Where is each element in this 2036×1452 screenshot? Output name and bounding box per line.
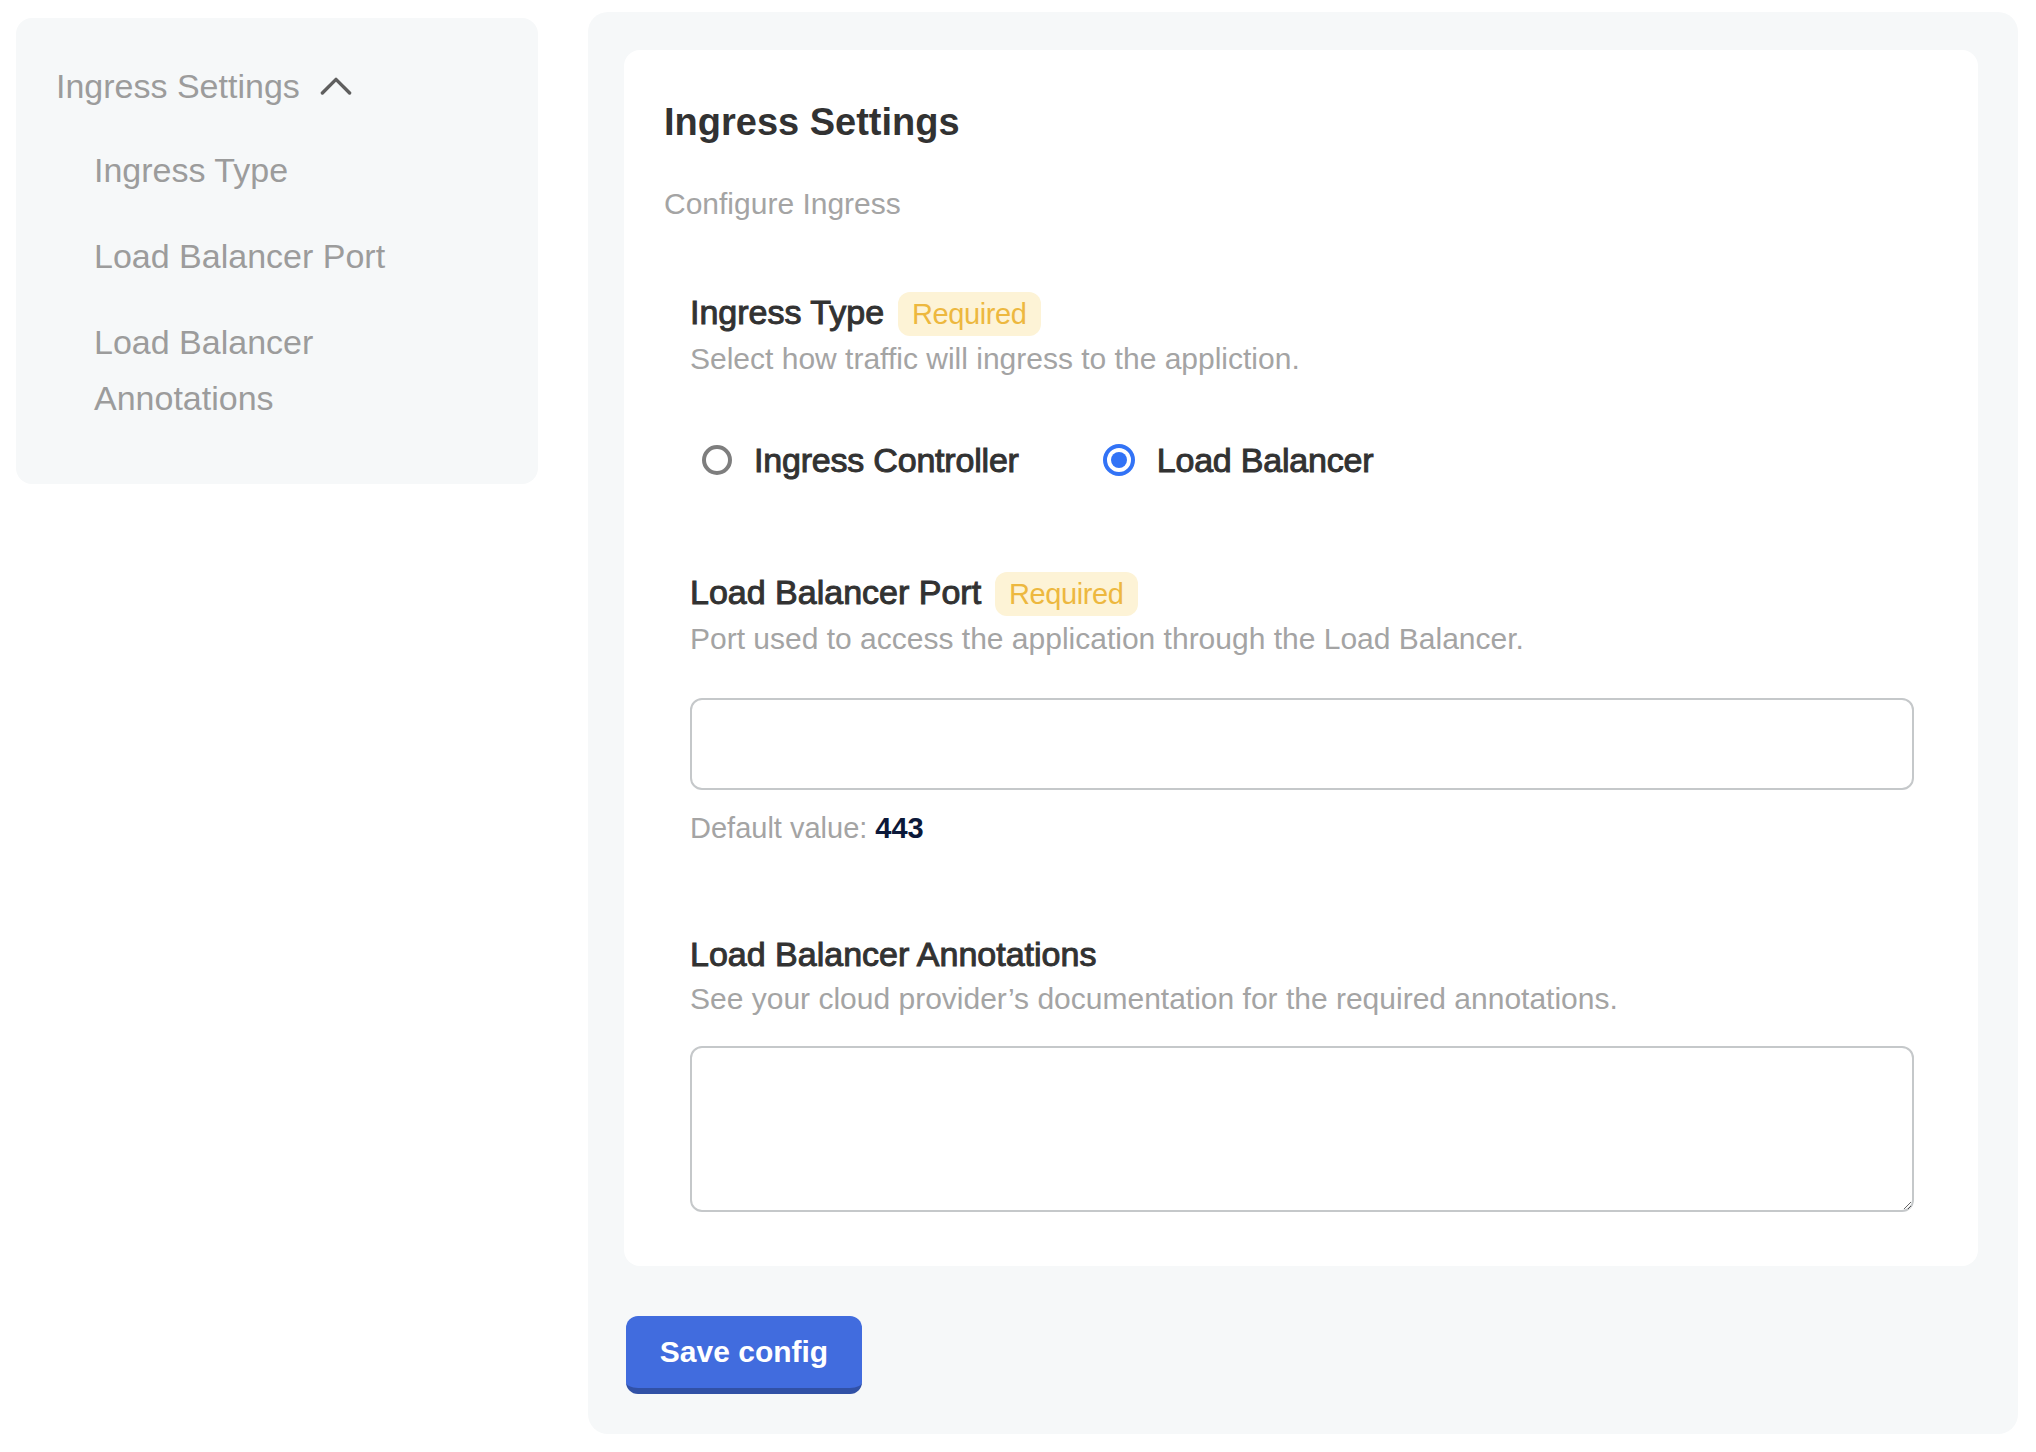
sidebar-item-load-balancer-port[interactable]: Load Balancer Port bbox=[94, 228, 458, 284]
load-balancer-port-input[interactable] bbox=[690, 698, 1914, 790]
card-subtitle: Configure Ingress bbox=[664, 184, 1914, 224]
section-ingress-type: Ingress Type Required Select how traffic… bbox=[690, 288, 1914, 484]
ingress-settings-card: Ingress Settings Configure Ingress Ingre… bbox=[624, 50, 1978, 1266]
chevron-up-icon[interactable] bbox=[320, 77, 352, 95]
default-value-line: Default value:443 bbox=[690, 808, 1914, 848]
sidebar-item-list: Ingress Type Load Balancer Port Load Bal… bbox=[94, 142, 458, 426]
sidebar-item-load-balancer-annotations[interactable]: Load Balancer Annotations bbox=[94, 314, 458, 426]
ingress-type-radio-group: Ingress Controller Load Balancer bbox=[690, 436, 1914, 484]
settings-nav-sidebar: Ingress Settings Ingress Type Load Balan… bbox=[16, 18, 538, 484]
section-load-balancer-annotations: Load Balancer Annotations See your cloud… bbox=[690, 932, 1914, 1212]
ingress-type-required-badge: Required bbox=[898, 292, 1041, 336]
load-balancer-port-label: Load Balancer Port bbox=[690, 570, 981, 614]
sidebar-group-label: Ingress Settings bbox=[56, 62, 300, 110]
radio-load-balancer[interactable] bbox=[1103, 444, 1135, 476]
sidebar-item-ingress-type[interactable]: Ingress Type bbox=[94, 142, 458, 198]
load-balancer-annotations-textarea[interactable] bbox=[690, 1046, 1914, 1212]
ingress-type-description: Select how traffic will ingress to the a… bbox=[690, 338, 1914, 380]
radio-ingress-controller[interactable] bbox=[702, 445, 732, 475]
radio-ingress-controller-label[interactable]: Ingress Controller bbox=[754, 441, 1019, 480]
load-balancer-annotations-label: Load Balancer Annotations bbox=[690, 932, 1096, 976]
default-value-label: Default value: bbox=[690, 812, 867, 844]
default-value: 443 bbox=[875, 812, 923, 844]
radio-load-balancer-label[interactable]: Load Balancer bbox=[1157, 441, 1374, 480]
load-balancer-annotations-description: See your cloud provider’s documentation … bbox=[690, 978, 1914, 1020]
card-title: Ingress Settings bbox=[664, 96, 1914, 148]
save-config-button[interactable]: Save config bbox=[626, 1316, 862, 1394]
ingress-type-label: Ingress Type bbox=[690, 290, 884, 334]
load-balancer-port-description: Port used to access the application thro… bbox=[690, 618, 1914, 660]
section-load-balancer-port: Load Balancer Port Required Port used to… bbox=[690, 568, 1914, 848]
radio-load-balancer-dot bbox=[1111, 452, 1127, 468]
sidebar-group-ingress-settings[interactable]: Ingress Settings bbox=[56, 62, 506, 110]
load-balancer-port-required-badge: Required bbox=[995, 572, 1138, 616]
main-panel: Ingress Settings Configure Ingress Ingre… bbox=[588, 12, 2018, 1434]
